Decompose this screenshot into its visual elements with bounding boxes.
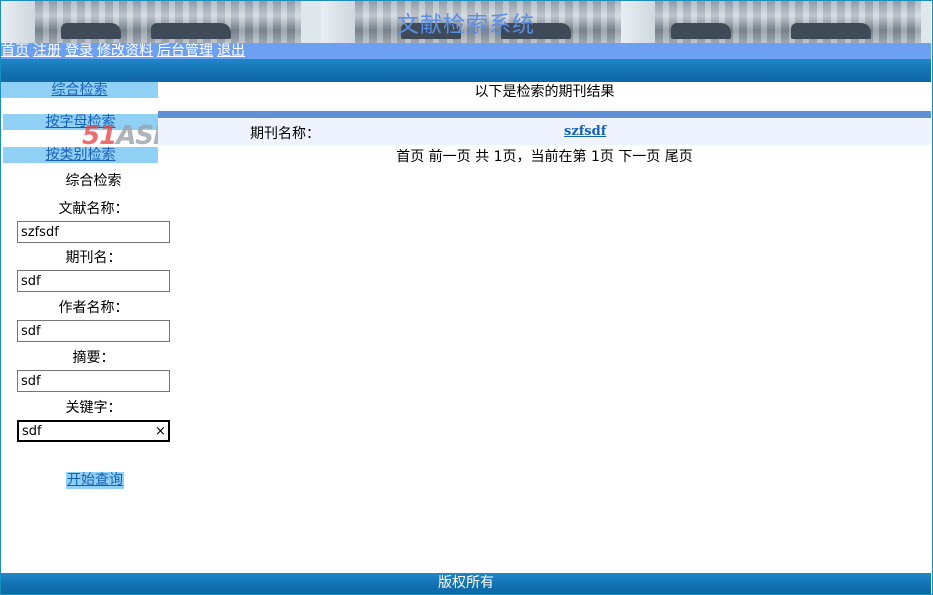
- journal-name-cell: szfsdf: [564, 124, 606, 139]
- nav-admin-link[interactable]: 后台管理: [157, 43, 213, 59]
- clear-icon[interactable]: ×: [155, 424, 166, 439]
- search-form-title: 综合检索: [65, 173, 122, 189]
- start-search-button[interactable]: 开始查询: [67, 472, 123, 488]
- header-banner: 文献检索系统: [1, 1, 931, 43]
- nav-home-link[interactable]: 首页: [1, 43, 29, 59]
- footer: 版权所有: [1, 573, 931, 594]
- author-field-label: 作者名称：: [58, 300, 129, 316]
- abstract-field-label: 摘要：: [72, 350, 115, 366]
- general-search-link[interactable]: 综合检索: [52, 82, 108, 98]
- sidebar-item-general-search: 综合检索: [1, 82, 158, 98]
- site-title: 文献检索系统: [396, 13, 535, 38]
- nav-login-link[interactable]: 登录: [65, 43, 93, 59]
- result-title: 以下是检索的期刊结果: [474, 84, 615, 100]
- pagination: 首页 前一页 共 1页，当前在第 1页 下一页 尾页: [396, 149, 693, 165]
- nav-register-link[interactable]: 注册: [33, 43, 61, 59]
- journal-name-label: 期刊名称：: [250, 126, 320, 142]
- keyword-field-label: 关键字：: [65, 400, 122, 416]
- author-field[interactable]: [17, 320, 170, 342]
- title-field[interactable]: [17, 221, 170, 243]
- submit-button-wrapper: 开始查询: [66, 472, 124, 489]
- title-field-label: 文献名称：: [58, 201, 129, 217]
- keyword-field[interactable]: [17, 420, 170, 442]
- result-separator: [158, 111, 931, 118]
- journal-field-label: 期刊名：: [65, 250, 122, 266]
- journal-name-link[interactable]: szfsdf: [564, 124, 606, 139]
- nav-logout-link[interactable]: 退出: [217, 43, 245, 59]
- header-bar: [1, 59, 931, 82]
- nav-edit-profile-link[interactable]: 修改资料: [97, 43, 153, 59]
- abstract-field[interactable]: [17, 370, 170, 392]
- journal-field[interactable]: [17, 270, 170, 292]
- top-nav: 首页 注册 登录 修改资料 后台管理 退出: [1, 43, 931, 59]
